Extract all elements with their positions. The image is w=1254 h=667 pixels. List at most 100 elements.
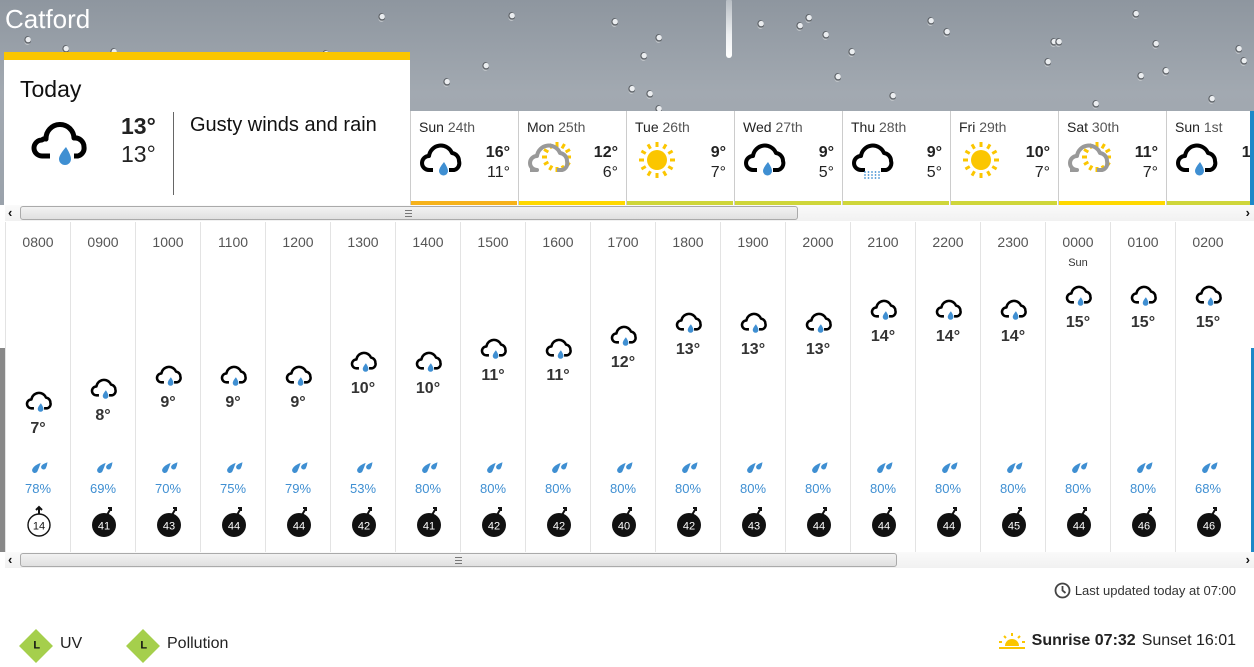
hour-time: 0200 (1192, 234, 1224, 250)
raindrop (927, 17, 934, 26)
hour-time: 0100 (1127, 234, 1159, 250)
light-rain-icon (1129, 284, 1159, 308)
raindrops-icon (682, 462, 698, 473)
hour-column[interactable]: 1300 10° 53% 42 (330, 222, 395, 552)
raindrops-icon (617, 462, 633, 473)
light-rain-icon (349, 350, 379, 374)
hour-temp: 15° (1065, 314, 1091, 332)
light-rain-icon (934, 298, 964, 322)
raindrop (1132, 10, 1139, 19)
wind-speed-icon: 44 (219, 504, 249, 538)
raindrop (796, 22, 803, 31)
hour-column[interactable]: 2300 14° 80% 45 (980, 222, 1045, 552)
today-low-temp: 13° (121, 141, 156, 167)
hour-time: 1300 (347, 234, 379, 250)
hour-column[interactable]: 2200 14° 80% 44 (915, 222, 980, 552)
uv-indicator[interactable]: L UV (19, 629, 82, 663)
hour-temp: 13° (675, 340, 701, 358)
scrollbar-thumb[interactable] (20, 553, 897, 567)
rain-chance: 80% (414, 481, 442, 496)
raindrops-icon (422, 462, 438, 473)
pollution-indicator[interactable]: L Pollution (126, 629, 228, 663)
day-low-temp: 6° (602, 164, 618, 181)
day-name: Fri 29th (959, 119, 1007, 135)
raindrop (822, 31, 829, 40)
day-tile[interactable]: Sun 24th 16° 11° (410, 111, 517, 207)
raindrops-icon (877, 462, 893, 473)
day-tile[interactable]: Mon 25th 12° 6° (518, 111, 625, 207)
day-tile[interactable]: Wed 27th 9° 5° (734, 111, 841, 207)
hour-column[interactable]: 1700 12° 80% 40 (590, 222, 655, 552)
wind-speed-icon: 44 (869, 504, 899, 538)
day-high-temp: 12° (593, 144, 618, 161)
svg-text:40: 40 (618, 521, 630, 533)
hour-time: 1400 (412, 234, 444, 250)
wind-speed-icon: 14 (24, 504, 54, 538)
scroll-left-button[interactable]: ‹ (8, 205, 12, 221)
light-rain-icon (1194, 284, 1224, 308)
hour-temp: 14° (1000, 327, 1026, 345)
svg-text:44: 44 (943, 521, 955, 533)
raindrop (889, 92, 896, 101)
daily-scrollbar[interactable]: ‹ › (5, 205, 1254, 221)
svg-text:46: 46 (1138, 521, 1150, 533)
svg-text:42: 42 (488, 521, 500, 533)
rain-chance: 75% (219, 481, 247, 496)
rain-chance: 80% (869, 481, 897, 496)
hour-column[interactable]: 1600 11° 80% 42 (525, 222, 590, 552)
wind-speed-icon: 43 (739, 504, 769, 538)
hour-column[interactable]: 0800 7° 78% 14 (5, 222, 70, 552)
wind-speed-icon: 41 (414, 504, 444, 538)
sun-cloud-icon (527, 141, 572, 179)
raindrop (611, 18, 618, 27)
day-tile[interactable]: Sat 30th 11° 7° (1058, 111, 1165, 207)
clock-icon (1054, 582, 1071, 599)
raindrop (1152, 40, 1159, 49)
scroll-right-button[interactable]: › (1246, 205, 1250, 221)
hour-temp: 15° (1130, 314, 1156, 332)
hour-column[interactable]: 1100 9° 75% 44 (200, 222, 265, 552)
raindrops-icon (1202, 462, 1218, 473)
hour-column[interactable]: 1800 13° 80% 42 (655, 222, 720, 552)
day-tile[interactable]: Thu 28th 9° 5° (842, 111, 949, 207)
day-low-temp: 5° (926, 164, 942, 181)
hour-temp: 10° (415, 380, 441, 398)
hour-column[interactable]: 2000 13° 80% 44 (785, 222, 850, 552)
hour-column[interactable]: 1400 10° 80% 41 (395, 222, 460, 552)
svg-text:45: 45 (1008, 521, 1020, 533)
hourly-scrollbar[interactable]: ‹ › (5, 552, 1254, 568)
hour-column[interactable]: 1500 11° 80% 42 (460, 222, 525, 552)
today-label: Today (20, 76, 82, 102)
hour-column[interactable]: 1900 13° 80% 43 (720, 222, 785, 552)
hour-column[interactable]: 0900 8° 69% 41 (70, 222, 135, 552)
scrollbar-thumb[interactable] (20, 206, 798, 220)
day-high-temp: 9° (710, 144, 726, 161)
day-high-temp: 10° (1025, 144, 1050, 161)
day-tile[interactable]: Fri 29th 10° 7° (950, 111, 1057, 207)
hour-time: 2200 (932, 234, 964, 250)
hour-temp: 9° (160, 393, 176, 411)
hour-column[interactable]: 0100 15° 80% 46 (1110, 222, 1175, 552)
svg-text:41: 41 (98, 521, 110, 533)
day-tile[interactable]: Sun 1st 16° 5° (1166, 111, 1254, 207)
hour-column[interactable]: 2100 14° 80% 44 (850, 222, 915, 552)
day-high-temp: 9° (818, 144, 834, 161)
sun-cloud-icon (1067, 141, 1112, 179)
scroll-left-button[interactable]: ‹ (8, 552, 12, 568)
hour-column[interactable]: 0000 Sun 15° 80% 44 (1045, 222, 1110, 552)
today-panel[interactable]: Today 13° 13° Gusty winds and rain (4, 52, 410, 206)
hour-time: 1000 (152, 234, 184, 250)
raindrop (378, 13, 385, 22)
day-tile[interactable]: Tue 26th 9° 7° (626, 111, 733, 207)
light-rain-icon (674, 311, 704, 335)
svg-text:44: 44 (813, 521, 825, 533)
svg-text:44: 44 (878, 521, 890, 533)
light-rain-icon (544, 337, 574, 361)
scroll-right-button[interactable]: › (1246, 552, 1250, 568)
hour-column[interactable]: 1000 9° 70% 43 (135, 222, 200, 552)
svg-text:42: 42 (358, 521, 370, 533)
wind-speed-icon: 41 (89, 504, 119, 538)
raindrops-icon (97, 462, 113, 473)
hour-column[interactable]: 1200 9° 79% 44 (265, 222, 330, 552)
hour-column[interactable]: 0200 15° 68% 46 (1175, 222, 1240, 552)
